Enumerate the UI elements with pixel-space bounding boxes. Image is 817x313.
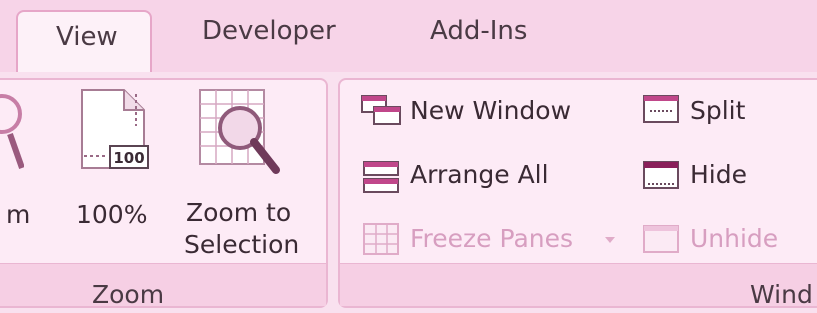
new-window-button[interactable]: New Window — [410, 96, 571, 125]
split-icon — [643, 95, 679, 123]
split-button[interactable]: Split — [690, 96, 745, 125]
zoom-to-selection-label-line2[interactable]: Selection — [184, 230, 299, 259]
window-group-footer — [340, 263, 817, 306]
zoom-to-selection-icon[interactable] — [196, 86, 286, 178]
new-window-icon — [361, 95, 401, 125]
zoom-button-label[interactable]: m — [6, 200, 30, 229]
window-group-label: Wind — [750, 280, 813, 309]
freeze-panes-icon — [363, 223, 399, 255]
unhide-icon — [643, 225, 679, 253]
zoom-100-icon[interactable]: 100 — [78, 86, 154, 172]
tab-view[interactable]: View — [16, 10, 152, 80]
tab-view-label: View — [56, 22, 118, 52]
zoom-100-icon-text: 100 — [113, 149, 144, 167]
freeze-panes-button[interactable]: Freeze Panes — [410, 224, 573, 253]
zoom-group-label: Zoom — [92, 280, 165, 309]
arrange-all-button[interactable]: Arrange All — [410, 160, 549, 189]
freeze-panes-dropdown-icon[interactable] — [604, 236, 616, 244]
zoom-100-label[interactable]: 100% — [76, 200, 147, 229]
hide-button[interactable]: Hide — [690, 160, 747, 189]
hide-icon — [643, 161, 679, 189]
zoom-to-selection-label-line1[interactable]: Zoom to — [186, 198, 291, 227]
arrange-all-icon — [363, 161, 399, 193]
unhide-button[interactable]: Unhide — [690, 224, 778, 253]
zoom-icon — [0, 94, 24, 169]
tab-developer[interactable]: Developer — [202, 16, 336, 46]
tab-add-ins[interactable]: Add-Ins — [430, 16, 527, 46]
